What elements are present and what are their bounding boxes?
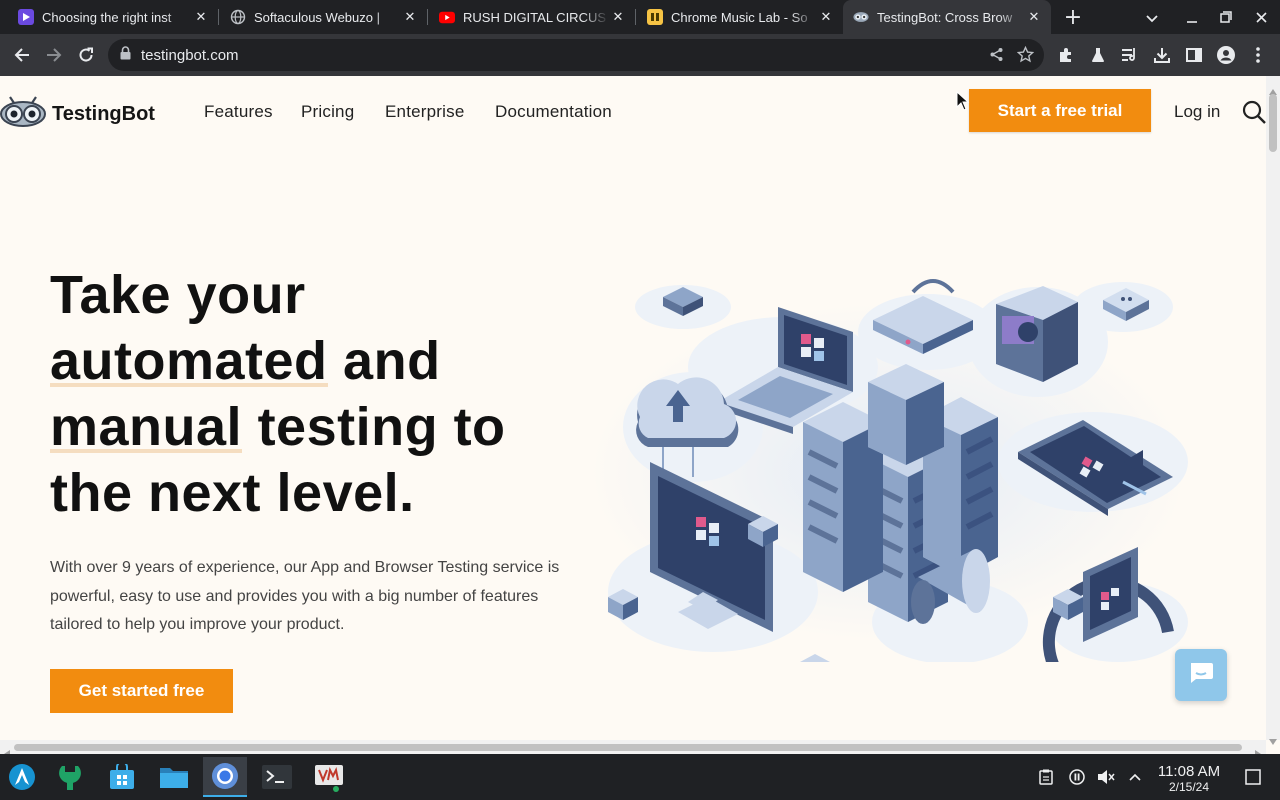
- close-tab-icon[interactable]: ✕: [192, 9, 210, 25]
- hero-line-2: automated and: [50, 328, 506, 394]
- labs-flask-icon[interactable]: [1086, 43, 1110, 67]
- nav-enterprise[interactable]: Enterprise: [385, 102, 464, 122]
- tray-expand-chevron-icon[interactable]: [1126, 768, 1144, 786]
- software-store-icon[interactable]: [100, 757, 144, 797]
- hero-description: With over 9 years of experience, our App…: [50, 559, 560, 633]
- hero-illustration: [578, 272, 1218, 732]
- hero-headline: Take your automated and manual testing t…: [50, 262, 506, 526]
- system-settings-icon[interactable]: [48, 757, 92, 797]
- login-link[interactable]: Log in: [1174, 102, 1220, 122]
- testingbot-robot-icon: [0, 96, 46, 132]
- hero-line-2-rest: and: [327, 331, 441, 391]
- close-tab-icon[interactable]: ✕: [1025, 9, 1043, 25]
- window-controls: [1134, 0, 1280, 34]
- scroll-down-arrow-icon[interactable]: [1269, 730, 1277, 749]
- tab-1[interactable]: Choosing the right inst ✕: [0, 0, 218, 34]
- brand-name: TestingBot: [52, 102, 155, 125]
- hero-line-3: manual testing to: [50, 394, 506, 460]
- nav-pricing[interactable]: Pricing: [301, 102, 354, 122]
- tab-search-chevron-icon[interactable]: [1134, 8, 1170, 27]
- nav-features[interactable]: Features: [204, 102, 273, 122]
- new-tab-icon[interactable]: +: [1063, 5, 1083, 30]
- taskbar: 11:08 AM 2/15/24: [0, 754, 1280, 800]
- minimize-icon[interactable]: [1174, 8, 1210, 27]
- hero-highlight-automated: automated: [50, 331, 328, 391]
- hero-line-3-rest: testing to: [242, 397, 506, 457]
- close-tab-icon[interactable]: ✕: [609, 9, 627, 25]
- nav-documentation[interactable]: Documentation: [495, 102, 612, 122]
- tab-title: Choosing the right inst: [42, 9, 172, 25]
- tab-strip: Choosing the right inst ✕ Softaculous We…: [0, 0, 1280, 34]
- hero-highlight-manual: manual: [50, 397, 243, 457]
- chat-widget-button[interactable]: [1175, 649, 1227, 701]
- download-icon[interactable]: [1150, 43, 1174, 67]
- profile-avatar-icon[interactable]: [1214, 43, 1238, 67]
- clock-time: 11:08 AM: [1157, 763, 1221, 780]
- tab-3[interactable]: RUSH DIGITAL CIRCUS ✕: [427, 0, 635, 34]
- hero-line-4: the next level.: [50, 463, 415, 523]
- horizontal-scrollbar[interactable]: [0, 740, 1266, 758]
- get-started-free-button[interactable]: Get started free: [50, 669, 233, 713]
- horizontal-scroll-thumb[interactable]: [14, 744, 1242, 751]
- lock-icon[interactable]: [120, 46, 131, 64]
- brand-logo[interactable]: TestingBot: [0, 96, 155, 132]
- web-page: TestingBot Features Pricing Enterprise D…: [0, 76, 1266, 740]
- close-tab-icon[interactable]: ✕: [401, 9, 419, 25]
- music-lab-icon: [647, 9, 663, 25]
- tab-title: Softaculous Webuzo |: [254, 9, 380, 25]
- clipboard-icon[interactable]: [1037, 768, 1055, 786]
- back-arrow-icon[interactable]: [8, 41, 36, 69]
- start-free-trial-button[interactable]: Start a free trial: [969, 89, 1151, 132]
- tab-title: TestingBot: Cross Brow: [877, 9, 1013, 25]
- tab-5-active[interactable]: TestingBot: Cross Brow ✕: [843, 0, 1051, 34]
- search-icon[interactable]: [1242, 100, 1266, 128]
- tab-title: Chrome Music Lab - So: [671, 9, 808, 25]
- chat-bubble-icon: [1188, 661, 1214, 689]
- clock-date: 2/15/24: [1168, 780, 1210, 794]
- media-queue-icon[interactable]: [1118, 43, 1142, 67]
- mouse-cursor: [956, 90, 970, 115]
- show-desktop-icon[interactable]: [1244, 768, 1262, 786]
- video-app-icon: [18, 9, 34, 25]
- vm-manager-icon[interactable]: [307, 757, 351, 797]
- volume-muted-icon[interactable]: [1097, 768, 1115, 786]
- share-icon[interactable]: [989, 47, 1004, 66]
- globe-icon: [230, 9, 246, 25]
- forward-arrow-icon[interactable]: [40, 41, 68, 69]
- hero-line-1: Take your: [50, 265, 306, 325]
- url-text: testingbot.com: [141, 46, 239, 64]
- youtube-icon: [439, 9, 455, 25]
- terminal-icon[interactable]: [255, 757, 299, 797]
- browser-toolbar: testingbot.com: [0, 34, 1280, 76]
- camera-device: [996, 286, 1078, 382]
- system-clock[interactable]: 11:08 AM 2/15/24: [1150, 763, 1228, 794]
- close-window-icon[interactable]: [1242, 8, 1280, 27]
- tab-title: RUSH DIGITAL CIRCUS: [463, 9, 607, 25]
- tab-2[interactable]: Softaculous Webuzo | ✕: [218, 0, 427, 34]
- app-launcher-icon[interactable]: [0, 757, 44, 797]
- reload-icon[interactable]: [72, 41, 100, 69]
- address-bar[interactable]: testingbot.com: [108, 39, 1044, 71]
- restore-icon[interactable]: [1210, 8, 1242, 27]
- file-manager-icon[interactable]: [152, 757, 196, 797]
- extensions-puzzle-icon[interactable]: [1054, 43, 1078, 67]
- close-tab-icon[interactable]: ✕: [817, 9, 835, 25]
- kebab-menu-icon[interactable]: [1246, 43, 1270, 67]
- vertical-scroll-thumb[interactable]: [1269, 94, 1277, 152]
- chrome-browser-icon[interactable]: [203, 757, 247, 797]
- side-panel-icon[interactable]: [1182, 43, 1206, 67]
- bookmark-star-icon[interactable]: [1016, 45, 1035, 67]
- media-pause-icon[interactable]: [1068, 768, 1086, 786]
- testingbot-favicon: [853, 9, 869, 25]
- vertical-scrollbar[interactable]: [1266, 76, 1280, 745]
- tab-4[interactable]: Chrome Music Lab - So ✕: [635, 0, 843, 34]
